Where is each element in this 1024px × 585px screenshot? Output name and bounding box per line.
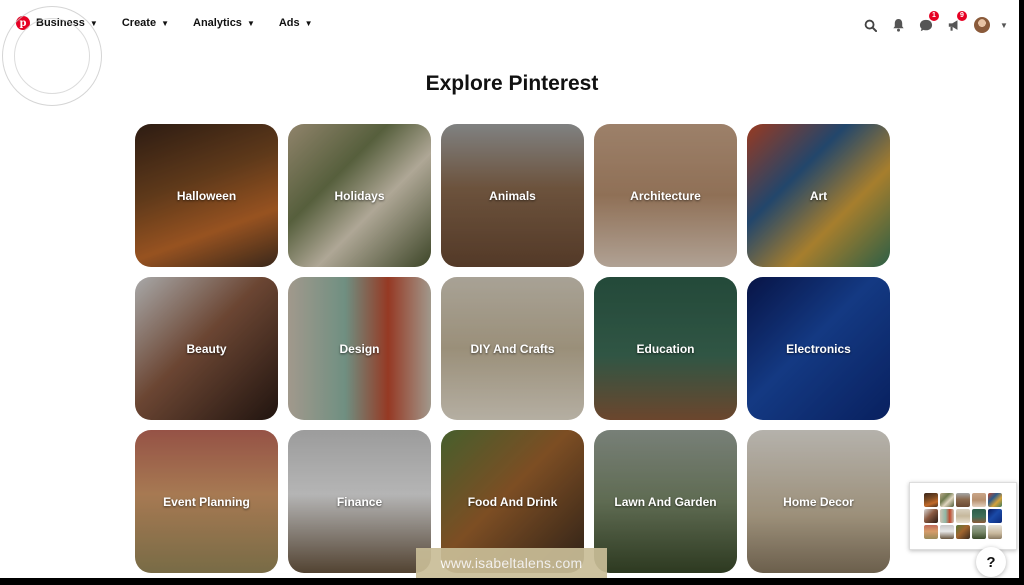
thumbnail-cell — [988, 493, 1002, 507]
updates-count-badge: 9 — [957, 11, 967, 21]
notifications-button[interactable] — [884, 14, 912, 36]
avatar — [974, 17, 990, 33]
category-grid: Halloween Holidays Animals Architecture Art B… — [135, 124, 890, 573]
thumbnail-cell — [988, 525, 1002, 539]
thumbnail-cell — [956, 493, 970, 507]
category-tile[interactable]: Event Planning — [135, 430, 278, 573]
category-label: Electronics — [786, 341, 851, 356]
thumbnail-cell — [924, 493, 938, 507]
category-tile[interactable]: Art — [747, 124, 890, 267]
category-label: Architecture — [630, 188, 701, 203]
search-icon — [864, 19, 877, 32]
account-button[interactable] — [968, 14, 996, 36]
category-tile[interactable]: Electronics — [747, 277, 890, 420]
category-label: Halloween — [176, 188, 237, 203]
thumbnail-grid — [924, 493, 1002, 539]
thumbnail-cell — [956, 525, 970, 539]
thumbnail-cell — [940, 509, 954, 523]
thumbnail-cell — [988, 509, 1002, 523]
nav-ads-label: Ads — [278, 17, 300, 29]
category-label: Lawn And Garden — [614, 494, 717, 509]
nav-ads[interactable]: Ads ▼ — [279, 17, 313, 29]
website-url-banner: www.isabeltalens.com — [416, 548, 607, 578]
category-label: Food And Drink — [467, 494, 558, 509]
thumbnail-cell — [940, 493, 954, 507]
thumbnail-cell — [972, 493, 986, 507]
category-label: Beauty — [186, 341, 227, 356]
header-actions: 1 9 ▼ — [856, 11, 1012, 36]
category-label: Animals — [489, 188, 536, 203]
search-button[interactable] — [856, 14, 884, 36]
messages-button[interactable]: 1 — [912, 11, 940, 36]
category-tile[interactable]: Architecture — [594, 124, 737, 267]
category-label: Design — [339, 341, 380, 356]
category-label: DIY And Crafts — [470, 341, 555, 356]
category-tile[interactable]: DIY And Crafts — [441, 277, 584, 420]
category-tile[interactable]: Design — [288, 277, 431, 420]
video-thumbnail-preview — [909, 482, 1017, 550]
nav-analytics-label: Analytics — [193, 17, 242, 29]
nav-create[interactable]: Create ▼ — [122, 17, 169, 29]
thumbnail-cell — [924, 525, 938, 539]
nav-create-label: Create — [121, 17, 157, 29]
category-tile[interactable]: Animals — [441, 124, 584, 267]
account-menu-button[interactable]: ▼ — [996, 14, 1012, 36]
category-tile[interactable]: Beauty — [135, 277, 278, 420]
page-title: Explore Pinterest — [425, 72, 599, 95]
category-tile[interactable]: Home Decor — [747, 430, 890, 573]
category-label: Event Planning — [163, 494, 250, 509]
category-label: Holidays — [334, 188, 385, 203]
category-tile[interactable]: Holidays — [288, 124, 431, 267]
chevron-down-icon: ▼ — [246, 18, 255, 28]
thumbnail-cell — [924, 509, 938, 523]
bell-icon — [892, 18, 904, 32]
chevron-down-icon: ▼ — [161, 18, 170, 28]
category-tile[interactable]: Halloween — [135, 124, 278, 267]
category-label: Finance — [336, 494, 383, 509]
category-tile[interactable]: Education — [594, 277, 737, 420]
category-tile[interactable]: Lawn And Garden — [594, 430, 737, 573]
video-frame-right-edge — [1019, 0, 1024, 585]
thumbnail-cell — [956, 509, 970, 523]
category-tile[interactable]: Finance — [288, 430, 431, 573]
updates-button[interactable]: 9 — [940, 11, 968, 36]
video-frame-bottom-edge — [0, 578, 1024, 585]
category-label: Education — [636, 341, 695, 356]
category-label: Home Decor — [783, 494, 854, 509]
messages-count-badge: 1 — [929, 11, 939, 21]
thumbnail-cell — [972, 525, 986, 539]
thumbnail-cell — [972, 509, 986, 523]
thumbnail-cell — [940, 525, 954, 539]
chevron-down-icon: ▼ — [1000, 20, 1008, 30]
nav-analytics[interactable]: Analytics ▼ — [193, 17, 255, 29]
help-button[interactable]: ? — [976, 547, 1006, 577]
top-navigation-bar: p Business ▼ Create ▼ Analytics ▼ Ads ▼ — [0, 0, 1024, 50]
category-label: Art — [809, 188, 828, 203]
chevron-down-icon: ▼ — [304, 18, 313, 28]
